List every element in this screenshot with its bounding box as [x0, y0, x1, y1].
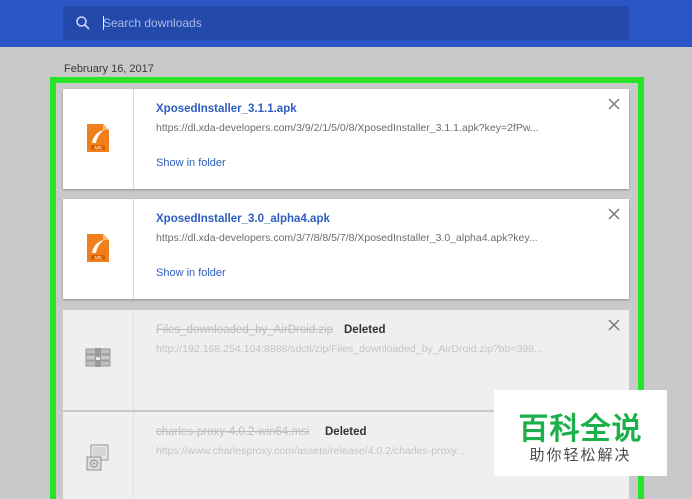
svg-text:APK: APK	[94, 255, 102, 260]
file-icon-column: APK	[63, 199, 134, 299]
file-icon-column: APK	[63, 89, 134, 189]
zip-archive-icon	[85, 348, 111, 367]
show-in-folder-link[interactable]: Show in folder	[156, 157, 226, 169]
download-url: https://www.charlesproxy.com/assets/rele…	[156, 445, 465, 457]
status-deleted: Deleted	[325, 426, 367, 438]
close-icon[interactable]	[607, 207, 621, 221]
download-item: APK XposedInstaller_3.1.1.apk https://dl…	[63, 89, 629, 189]
watermark-title: 百科全说	[518, 412, 643, 447]
text-cursor	[103, 16, 104, 30]
close-icon[interactable]	[607, 318, 621, 332]
download-url[interactable]: https://dl.xda-developers.com/3/9/2/1/5/…	[156, 122, 588, 134]
download-file-name: Files_downloaded_by_AirDroid.zip	[156, 324, 334, 336]
download-file-name[interactable]: XposedInstaller_3.0_alpha4.apk	[156, 213, 330, 225]
search-input[interactable]	[103, 12, 603, 34]
watermark-logo: 百科全说 助你轻松解决	[494, 390, 667, 476]
download-item: APK XposedInstaller_3.0_alpha4.apk https…	[63, 199, 629, 299]
apk-file-icon: APK	[87, 124, 109, 152]
watermark-subtitle: 助你轻松解决	[529, 446, 632, 464]
search-box[interactable]	[63, 6, 629, 40]
download-url: http://192.168.254.104:8888/sdctl/zip/Fi…	[156, 343, 543, 355]
download-file-name[interactable]: XposedInstaller_3.1.1.apk	[156, 103, 297, 115]
show-in-folder-link[interactable]: Show in folder	[156, 267, 226, 279]
apk-file-icon: APK	[87, 234, 109, 262]
close-icon[interactable]	[607, 97, 621, 111]
file-icon-column	[63, 310, 134, 410]
status-deleted: Deleted	[344, 324, 386, 336]
download-file-name: charles-proxy-4.0.2-win64.msi	[156, 426, 310, 438]
top-bar	[0, 0, 692, 47]
svg-text:APK: APK	[94, 145, 102, 150]
file-icon-column	[63, 412, 134, 499]
search-icon	[76, 16, 90, 30]
msi-installer-icon	[86, 444, 109, 471]
download-url[interactable]: https://dl.xda-developers.com/3/7/8/8/5/…	[156, 232, 588, 244]
date-header: February 16, 2017	[64, 63, 154, 75]
